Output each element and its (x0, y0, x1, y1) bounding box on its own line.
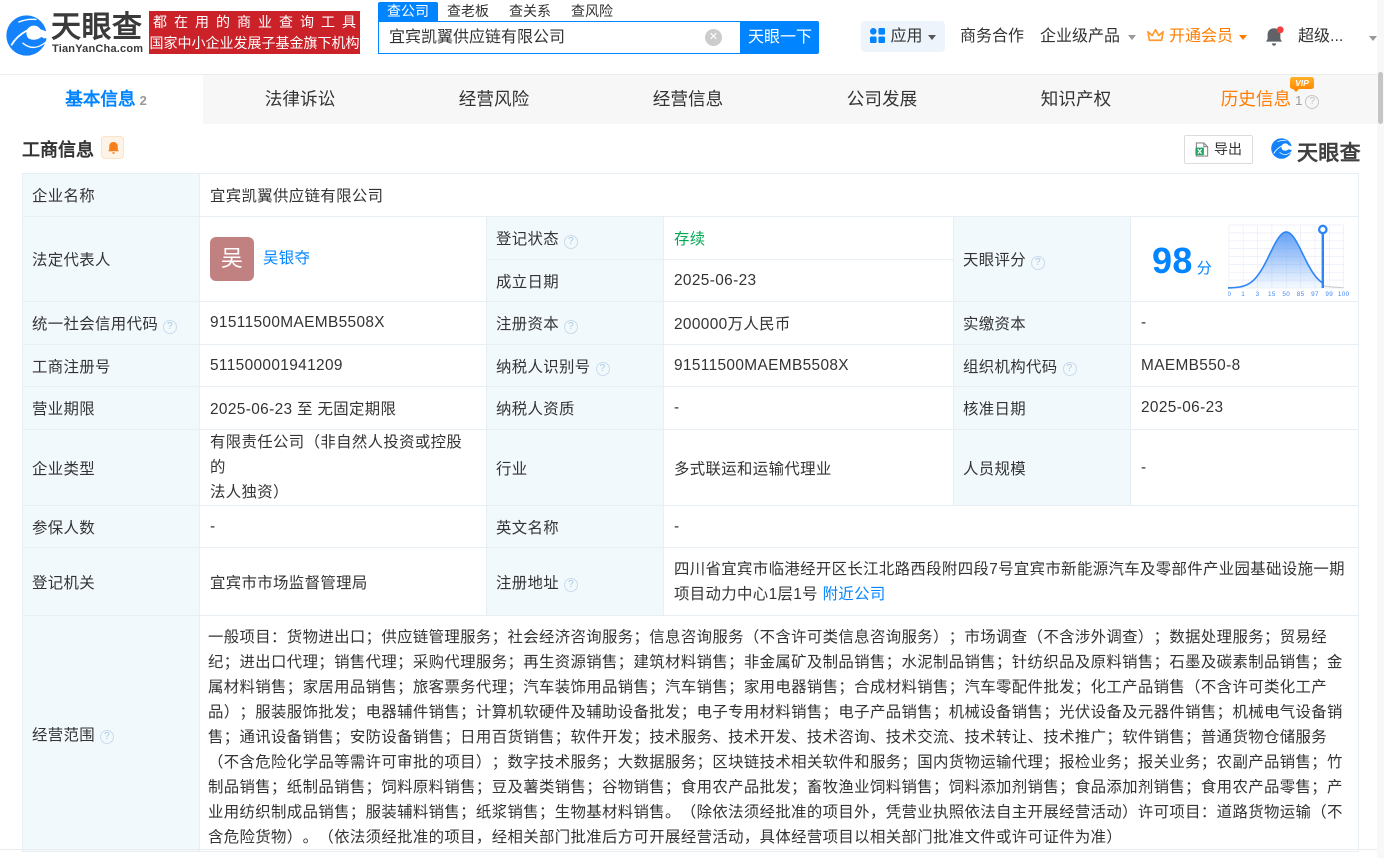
svg-text:100: 100 (1338, 291, 1350, 298)
svg-text:15: 15 (1268, 291, 1276, 298)
svg-text:3: 3 (1256, 291, 1260, 298)
svg-text:0: 0 (1228, 291, 1231, 298)
svg-text:97: 97 (1311, 291, 1319, 298)
svg-text:99: 99 (1325, 291, 1333, 298)
svg-text:1: 1 (1241, 291, 1245, 298)
svg-text:85: 85 (1297, 291, 1305, 298)
svg-text:50: 50 (1282, 291, 1290, 298)
